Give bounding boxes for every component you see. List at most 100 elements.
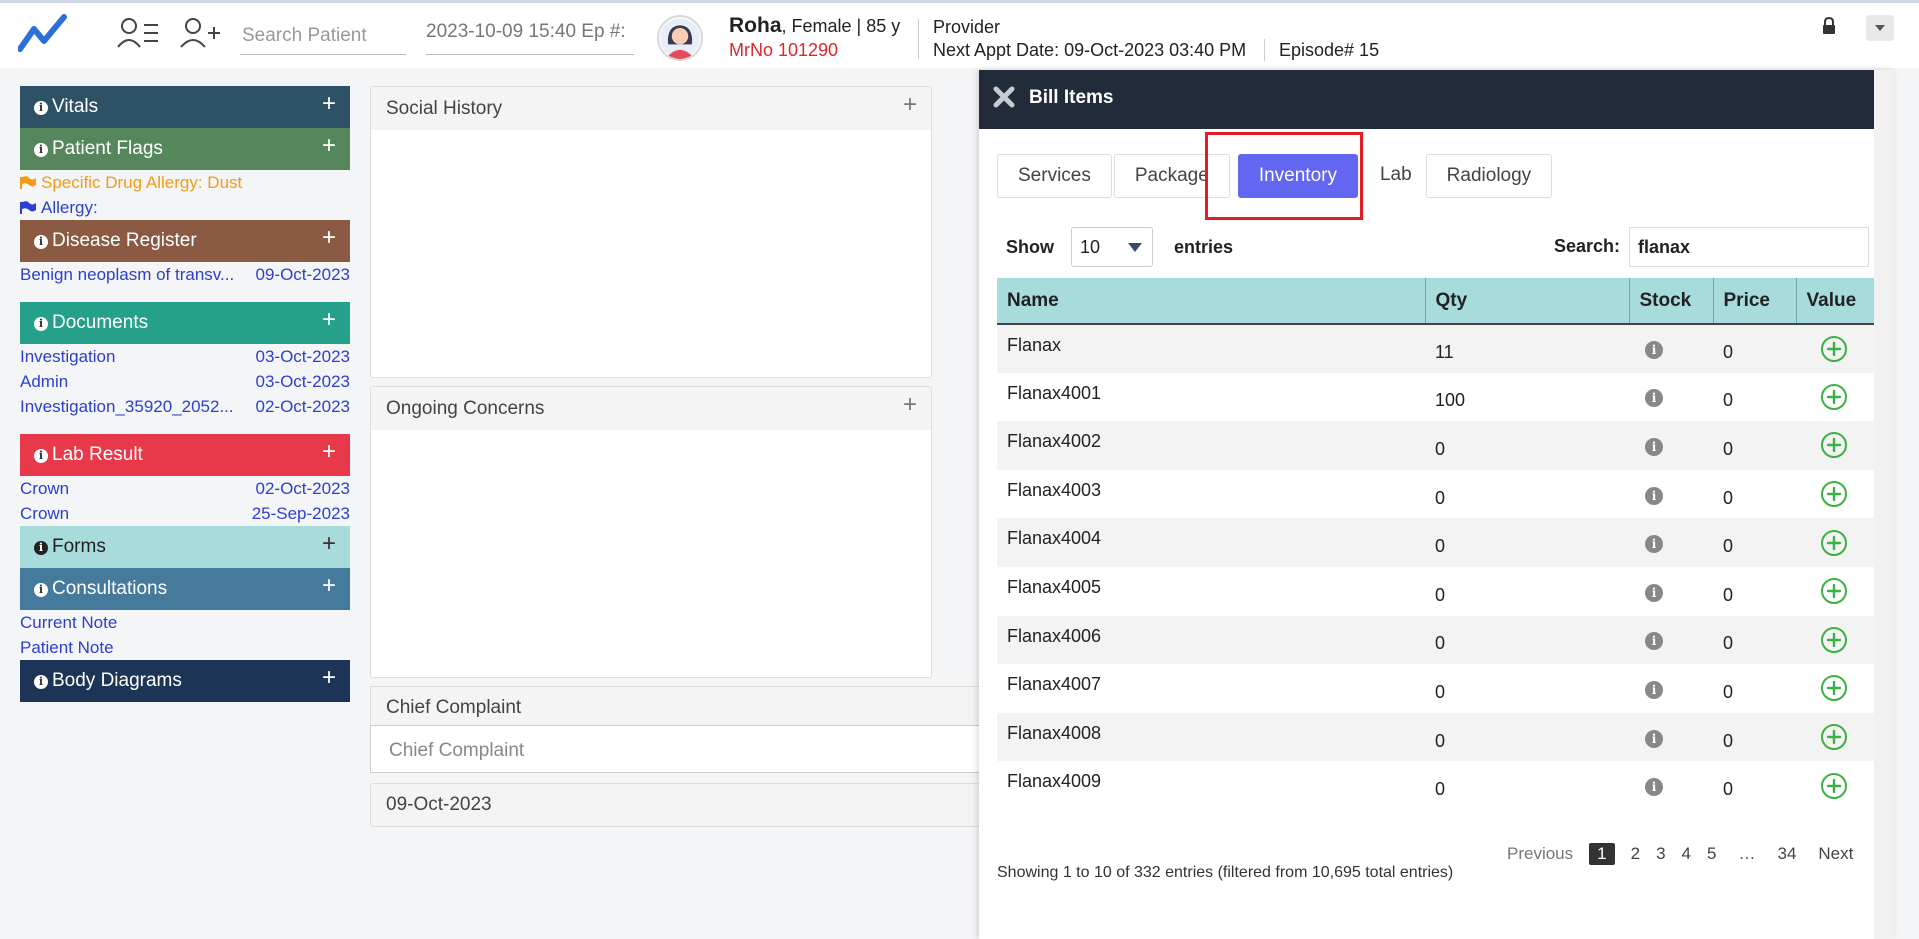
table-row[interactable]: Flanax4004 0 i 0: [997, 518, 1877, 567]
search-patient-input[interactable]: [240, 17, 406, 55]
table-row[interactable]: Flanax4001 100 i 0: [997, 373, 1877, 422]
search-input[interactable]: flanax: [1629, 227, 1869, 267]
pager-page-2[interactable]: 2: [1631, 844, 1640, 864]
stock-info-icon[interactable]: i: [1645, 778, 1663, 797]
flag-item[interactable]: Specific Drug Allergy: Dust: [20, 170, 350, 195]
document-name: Investigation_35920_2052...: [20, 397, 234, 416]
add-ongoing-concern-icon[interactable]: +: [903, 391, 917, 419]
add-disease-icon[interactable]: +: [322, 224, 336, 252]
add-consultation-icon[interactable]: +: [322, 572, 336, 600]
table-row[interactable]: Flanax4009 0 i 0: [997, 761, 1877, 810]
stock-info-icon[interactable]: i: [1645, 341, 1663, 360]
column-header-qty[interactable]: Qty: [1425, 278, 1630, 325]
add-item-icon[interactable]: [1820, 529, 1848, 557]
table-row[interactable]: Flanax4005 0 i 0: [997, 567, 1877, 616]
document-item[interactable]: Admin 03-Oct-2023: [20, 369, 350, 394]
add-body-diagram-icon[interactable]: +: [322, 664, 336, 692]
entries-select[interactable]: 10: [1071, 227, 1153, 267]
add-patient-icon[interactable]: [178, 15, 222, 51]
table-row[interactable]: Flanax4003 0 i 0: [997, 470, 1877, 519]
flag-item[interactable]: Allergy:: [20, 195, 350, 220]
patient-avatar-icon: [659, 17, 701, 59]
chief-complaint-input[interactable]: Chief Complaint: [370, 725, 980, 773]
section-disease-register[interactable]: i Disease Register +: [20, 220, 350, 262]
add-item-icon[interactable]: [1820, 674, 1848, 702]
add-document-icon[interactable]: +: [322, 306, 336, 334]
stock-info-icon[interactable]: i: [1645, 486, 1663, 505]
disease-item[interactable]: Benign neoplasm of transv... 09-Oct-2023: [20, 262, 350, 302]
pager-page-5[interactable]: 5: [1707, 844, 1716, 864]
drawer-scrollbar[interactable]: [1874, 70, 1894, 939]
pager-page-3[interactable]: 3: [1656, 844, 1665, 864]
patient-name: Roha: [729, 14, 782, 37]
item-stock: i: [1629, 324, 1713, 373]
consultation-item[interactable]: Current Note: [20, 610, 350, 635]
add-lab-result-icon[interactable]: +: [322, 438, 336, 466]
stock-info-icon[interactable]: i: [1645, 437, 1663, 456]
close-icon[interactable]: [993, 86, 1015, 108]
add-social-history-icon[interactable]: +: [903, 91, 917, 119]
tab-inventory[interactable]: Inventory: [1237, 154, 1358, 198]
section-forms[interactable]: i Forms +: [20, 526, 350, 568]
pager-previous[interactable]: Previous: [1507, 844, 1573, 864]
column-header-price[interactable]: Price: [1713, 278, 1797, 325]
add-item-icon[interactable]: [1820, 383, 1848, 411]
add-item-icon[interactable]: [1820, 723, 1848, 751]
section-lab-result[interactable]: i Lab Result +: [20, 434, 350, 476]
add-item-icon[interactable]: [1820, 772, 1848, 800]
column-header-value[interactable]: Value: [1796, 278, 1877, 325]
tab-lab[interactable]: Lab: [1367, 154, 1424, 198]
item-stock: i: [1629, 373, 1713, 422]
ongoing-concerns-panel: Ongoing Concerns +: [370, 386, 932, 678]
table-row[interactable]: Flanax4008 0 i 0: [997, 712, 1877, 762]
document-item[interactable]: Investigation 03-Oct-2023: [20, 344, 350, 369]
pager-next[interactable]: Next: [1818, 844, 1853, 864]
pagination: Previous 1 2 3 4 5 … 34 Next: [1499, 843, 1861, 865]
header-dropdown-button[interactable]: [1866, 15, 1894, 41]
stock-info-icon[interactable]: i: [1645, 680, 1663, 699]
app-logo-icon[interactable]: [18, 13, 68, 53]
section-patient-flags[interactable]: i Patient Flags +: [20, 128, 350, 170]
table-row[interactable]: Flanax4006 0 i 0: [997, 615, 1877, 665]
stock-info-icon[interactable]: i: [1645, 389, 1663, 408]
add-item-icon[interactable]: [1820, 480, 1848, 508]
table-row[interactable]: Flanax4007 0 i 0: [997, 664, 1877, 713]
add-vitals-icon[interactable]: +: [322, 90, 336, 118]
stock-info-icon[interactable]: i: [1645, 583, 1663, 602]
stock-info-icon[interactable]: i: [1645, 535, 1663, 554]
add-item-icon[interactable]: [1820, 431, 1848, 459]
stock-info-icon[interactable]: i: [1645, 729, 1663, 748]
item-name: Flanax4004: [997, 518, 1425, 567]
episode-field[interactable]: 2023-10-09 15:40 Ep #:: [426, 17, 634, 55]
lab-item[interactable]: Crown 25-Sep-2023: [20, 501, 350, 526]
add-item-icon[interactable]: [1820, 577, 1848, 605]
section-consultations[interactable]: i Consultations +: [20, 568, 350, 610]
section-body-diagrams[interactable]: i Body Diagrams +: [20, 660, 350, 702]
tab-package[interactable]: Package: [1113, 154, 1230, 198]
section-documents[interactable]: i Documents +: [20, 302, 350, 344]
pager-page-4[interactable]: 4: [1682, 844, 1691, 864]
consultation-item[interactable]: Patient Note: [20, 635, 350, 660]
add-patient-flag-icon[interactable]: +: [322, 132, 336, 160]
item-name: Flanax4003: [1007, 479, 1102, 500]
item-value: [1796, 324, 1877, 373]
tab-radiology[interactable]: Radiology: [1425, 154, 1553, 198]
add-item-icon[interactable]: [1820, 626, 1848, 654]
pager-page-34[interactable]: 34: [1777, 844, 1796, 864]
column-header-stock[interactable]: Stock: [1629, 278, 1714, 325]
lock-icon[interactable]: [1821, 17, 1837, 35]
add-item-icon[interactable]: [1820, 335, 1848, 363]
pager-page-1[interactable]: 1: [1589, 843, 1615, 865]
section-vitals[interactable]: i Vitals +: [20, 86, 350, 128]
document-item[interactable]: Investigation_35920_2052... 02-Oct-2023: [20, 394, 350, 434]
lab-item[interactable]: Crown 02-Oct-2023: [20, 476, 350, 501]
table-row[interactable]: Flanax4002 0 i 0: [997, 421, 1877, 470]
item-stock: i: [1629, 615, 1713, 665]
add-form-icon[interactable]: +: [322, 530, 336, 558]
table-row[interactable]: Flanax 11 i 0: [997, 324, 1877, 373]
stock-info-icon[interactable]: i: [1645, 632, 1663, 651]
tab-services[interactable]: Services: [997, 154, 1112, 198]
patient-list-icon[interactable]: [116, 15, 160, 51]
column-header-name[interactable]: Name: [997, 278, 1426, 325]
item-qty: 0: [1435, 779, 1446, 800]
